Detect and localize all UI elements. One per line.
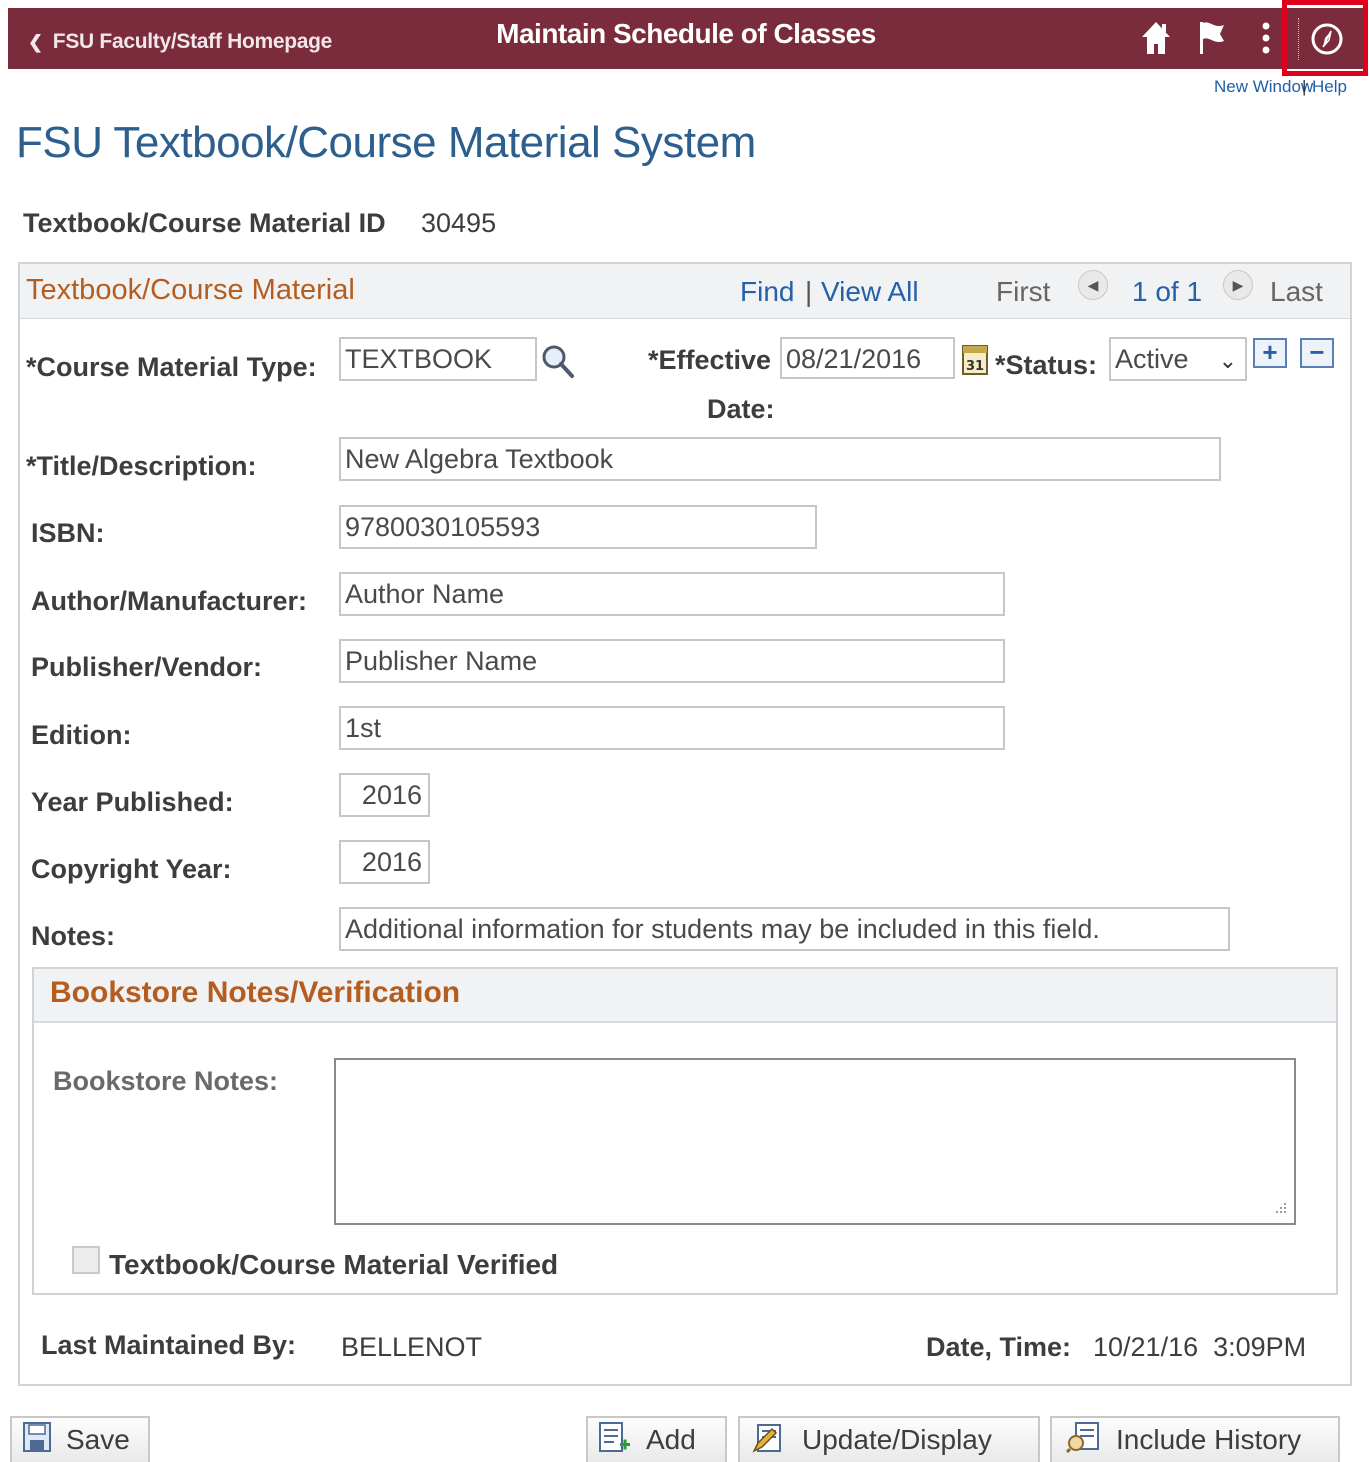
course-material-type-input[interactable]: TEXTBOOK <box>339 337 537 381</box>
save-icon <box>22 1421 52 1460</box>
date-time-label: Date, Time: <box>926 1332 1072 1362</box>
calendar-icon[interactable]: 31 <box>961 342 989 376</box>
bookstore-panel-title: Bookstore Notes/Verification <box>50 976 461 1009</box>
course-material-type-label: *Course Material Type: <box>26 352 317 382</box>
include-history-button-label: Include History <box>1116 1424 1302 1455</box>
add-document-icon <box>598 1421 632 1460</box>
isbn-label: ISBN: <box>31 518 105 548</box>
last-maintained-label: Last Maintained By: <box>41 1330 297 1360</box>
history-document-icon <box>1065 1421 1102 1460</box>
update-display-button[interactable]: Update/Display <box>738 1416 1040 1462</box>
include-history-button[interactable]: Include History <box>1050 1416 1340 1462</box>
bookstore-notes-label: Bookstore Notes: <box>53 1066 279 1096</box>
publisher-input[interactable]: Publisher Name <box>339 639 1005 683</box>
copyright-year-input[interactable]: 2016 <box>339 840 430 884</box>
header-bar: ❮ FSU Faculty/Staff Homepage Maintain Sc… <box>8 8 1364 69</box>
help-link[interactable]: Help <box>1312 77 1347 97</box>
resize-grip-icon[interactable] <box>1272 1201 1288 1217</box>
edition-label: Edition: <box>31 720 132 750</box>
chevron-down-icon: ⌄ <box>1218 348 1237 373</box>
panel-title: Textbook/Course Material <box>26 274 355 306</box>
add-button[interactable]: Add <box>586 1416 727 1462</box>
next-row-button[interactable]: ▶ <box>1223 270 1253 300</box>
row-count: 1 of 1 <box>1132 276 1203 307</box>
new-window-link[interactable]: New Window <box>1214 77 1313 97</box>
verified-label: Textbook/Course Material Verified <box>109 1249 559 1280</box>
save-button[interactable]: Save <box>10 1416 150 1462</box>
verified-checkbox[interactable] <box>72 1246 100 1274</box>
bookstore-notes-textarea[interactable] <box>334 1058 1296 1225</box>
isbn-input[interactable]: 9780030105593 <box>339 505 817 549</box>
last-maintained-value: BELLENOT <box>341 1332 483 1362</box>
status-label: *Status: <box>995 350 1098 380</box>
title-description-input[interactable]: New Algebra Textbook <box>339 437 1221 481</box>
toplinks-separator: | <box>1302 77 1307 96</box>
lookup-search-icon[interactable] <box>541 343 575 379</box>
author-label: Author/Manufacturer: <box>31 586 307 616</box>
previous-row-button[interactable]: ◀ <box>1078 270 1108 300</box>
delete-row-button[interactable]: − <box>1300 338 1334 368</box>
author-input[interactable]: Author Name <box>339 572 1005 616</box>
update-display-button-label: Update/Display <box>802 1424 992 1455</box>
find-link[interactable]: Find <box>740 276 794 308</box>
status-select[interactable]: Active ⌄ <box>1109 337 1247 381</box>
material-id-label: Textbook/Course Material ID <box>23 208 386 238</box>
status-select-value: Active <box>1115 344 1189 374</box>
year-published-input[interactable]: 2016 <box>339 773 430 817</box>
publisher-label: Publisher/Vendor: <box>31 652 263 682</box>
triangle-right-icon: ▶ <box>1232 277 1244 293</box>
save-button-label: Save <box>66 1424 130 1455</box>
add-row-button[interactable]: + <box>1253 338 1287 368</box>
copyright-year-label: Copyright Year: <box>31 854 232 884</box>
flag-icon[interactable] <box>1198 20 1226 56</box>
edit-document-icon <box>752 1421 788 1460</box>
notes-label: Notes: <box>31 921 116 951</box>
effective-date-label-2: Date: <box>707 394 775 424</box>
find-separator: | <box>805 276 813 307</box>
effective-date-input[interactable]: 08/21/2016 <box>780 337 955 379</box>
highlight-box <box>1282 0 1368 76</box>
triangle-left-icon: ◀ <box>1087 277 1099 293</box>
calendar-icon-text: 31 <box>966 359 984 374</box>
date-time-value: 10/21/16 3:09PM <box>1093 1332 1307 1362</box>
notes-input[interactable]: Additional information for students may … <box>339 907 1230 951</box>
add-button-label: Add <box>646 1424 696 1455</box>
page-title: FSU Textbook/Course Material System <box>16 118 756 167</box>
year-published-label: Year Published: <box>31 787 234 817</box>
view-all-link[interactable]: View All <box>821 276 919 308</box>
last-label[interactable]: Last <box>1270 276 1323 308</box>
title-description-label: *Title/Description: <box>26 451 257 481</box>
home-icon[interactable] <box>1141 20 1171 56</box>
material-id-value: 30495 <box>421 208 497 238</box>
effective-date-label: *Effective <box>648 345 772 375</box>
more-vertical-icon[interactable] <box>1260 20 1272 56</box>
first-label[interactable]: First <box>996 276 1050 308</box>
edition-input[interactable]: 1st <box>339 706 1005 750</box>
